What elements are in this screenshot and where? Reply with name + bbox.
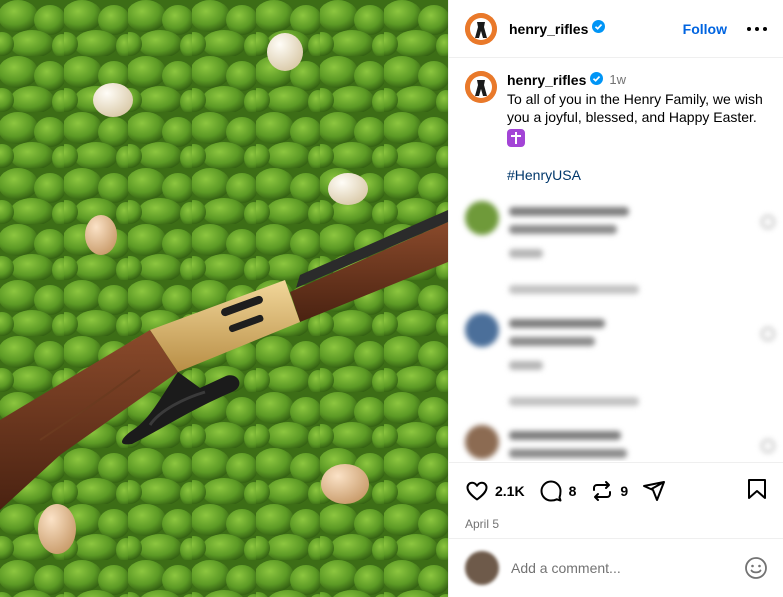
share-icon (643, 481, 666, 501)
save-button[interactable] (746, 477, 768, 506)
latin-cross-emoji-icon (507, 129, 525, 147)
post-caption: henry_rifles 1w To all of you in the Hen… (449, 59, 783, 184)
like-button[interactable]: 2.1K (465, 479, 525, 503)
post-time[interactable]: 1w (609, 71, 626, 89)
verified-badge-icon (590, 71, 604, 89)
post-date[interactable]: April 5 (465, 517, 768, 531)
post-actions: 2.1K 8 9 April 5 (449, 462, 783, 531)
caption-text: To all of you in the Henry Family, we wi… (507, 90, 779, 148)
comment-icon (540, 480, 562, 502)
repost-icon (593, 481, 612, 501)
caption-avatar[interactable] (465, 71, 497, 103)
hashtag-link[interactable]: #HenryUSA (507, 166, 779, 184)
caption-author[interactable]: henry_rifles (507, 71, 586, 89)
comments-section[interactable]: henry_rifles 1w To all of you in the Hen… (449, 59, 783, 461)
emoji-icon[interactable] (744, 556, 768, 580)
comments-count[interactable]: 8 (569, 483, 577, 499)
post-panel: henry_rifles Follow henry_rifles 1w To a… (448, 0, 783, 597)
follow-button[interactable]: Follow (683, 21, 727, 37)
easter-rifle-photo (0, 0, 448, 597)
current-user-avatar (465, 551, 499, 585)
henry-logo-icon (465, 71, 497, 103)
henry-logo-icon (465, 12, 497, 45)
verified-badge-icon (592, 19, 606, 38)
repost-button[interactable]: 9 (590, 479, 628, 503)
comment-item-blurred[interactable] (465, 201, 775, 294)
author-avatar[interactable] (465, 12, 497, 45)
reposts-count[interactable]: 9 (620, 483, 628, 499)
comment-item-blurred[interactable] (465, 425, 775, 461)
comment-composer: Add a comment... (449, 538, 783, 597)
comment-input[interactable]: Add a comment... (511, 560, 744, 576)
post-image[interactable] (0, 0, 448, 597)
share-button[interactable] (642, 479, 666, 503)
comment-item-blurred[interactable] (465, 313, 775, 406)
likes-count[interactable]: 2.1K (495, 483, 525, 499)
more-options-icon[interactable] (747, 26, 767, 31)
author-handle[interactable]: henry_rifles (509, 21, 588, 37)
bookmark-icon (748, 478, 766, 499)
post-header: henry_rifles Follow (449, 0, 783, 58)
comment-button[interactable]: 8 (539, 479, 577, 503)
caption-message: To all of you in the Henry Family, we wi… (507, 91, 763, 125)
heart-icon (466, 481, 488, 501)
